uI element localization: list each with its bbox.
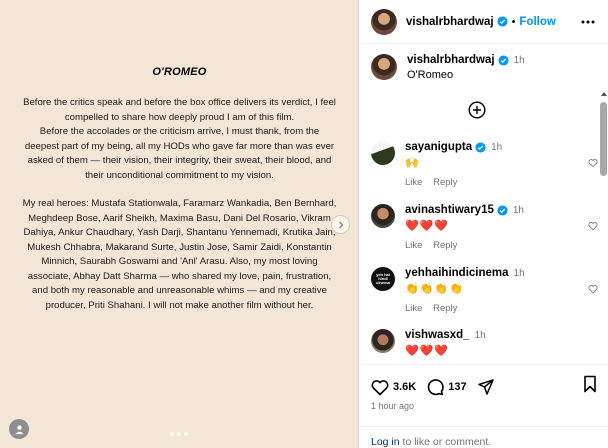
bookmark-icon[interactable] [583, 375, 597, 393]
header-username[interactable]: vishalrbhardwaj [406, 16, 494, 28]
post-image: O'ROMEO Before the critics speak and bef… [0, 0, 359, 448]
comment-text: ❤️❤️❤️ [405, 345, 450, 357]
carousel-dot [170, 432, 174, 436]
avatar[interactable] [371, 54, 397, 80]
post-title: O'ROMEO [152, 66, 207, 78]
comments-count: 137 [448, 381, 467, 393]
comment-text: ❤️❤️❤️ [405, 220, 450, 232]
more-options-button[interactable] [580, 14, 596, 30]
verified-badge-icon [475, 141, 486, 153]
comment-icon[interactable] [426, 378, 444, 396]
reply-button[interactable]: Reply [433, 240, 457, 251]
comment-time[interactable]: 1h [514, 268, 525, 279]
heart-icon[interactable] [588, 284, 598, 294]
reply-button[interactable]: Reply [433, 303, 457, 314]
comment-text: 🙌 [405, 157, 420, 169]
comment-item: yeh hai hindi cinema yehhaihindicinema 1… [371, 267, 525, 314]
load-more-comments-button[interactable] [468, 101, 486, 119]
comments-scrollbar[interactable] [600, 92, 607, 363]
comment-item: vishwasxd_ 1h ❤️❤️❤️ [371, 329, 486, 357]
verified-badge-icon [497, 16, 508, 27]
like-comment-button[interactable]: Like [405, 303, 422, 314]
comment-time[interactable]: 1h [513, 205, 524, 216]
post-paragraph-1: Before the critics speak and before the … [23, 97, 336, 123]
comment-item: sayanigupta 1h 🙌 Like Reply [371, 141, 502, 188]
carousel-dot [184, 432, 188, 436]
carousel-dots [170, 432, 188, 436]
comment-time[interactable]: 1h [491, 142, 502, 153]
scroll-thumb[interactable] [600, 102, 607, 176]
comment-text: 👏👏👏👏 [405, 283, 464, 295]
carousel-dot [177, 432, 181, 436]
avatar-logo-text: yeh hai hindi cinema [376, 272, 390, 285]
share-icon[interactable] [477, 378, 495, 396]
post-timestamp[interactable]: 1 hour ago [360, 401, 608, 411]
comment-username[interactable]: vishwasxd_ [405, 329, 470, 341]
follow-button[interactable]: Follow [519, 16, 555, 28]
post-actions: 3.6K 137 1 hour ago [360, 364, 608, 411]
login-link[interactable]: Log in [371, 436, 400, 448]
chevron-right-icon [338, 221, 343, 228]
verified-badge-icon [498, 54, 509, 66]
tagged-users-button[interactable] [9, 419, 29, 439]
like-comment-button[interactable]: Like [405, 177, 422, 188]
caption-text: O'Romeo [407, 69, 454, 81]
caption-username[interactable]: vishalrbhardwaj [407, 54, 495, 66]
caption-time[interactable]: 1h [514, 55, 525, 66]
avatar[interactable] [371, 141, 395, 165]
comment-username[interactable]: yehhaihindicinema [405, 267, 509, 279]
more-horizontal-icon [581, 20, 595, 24]
verified-badge-icon [497, 204, 508, 216]
reply-button[interactable]: Reply [433, 177, 457, 188]
heart-icon[interactable] [371, 379, 389, 396]
caption: vishalrbhardwaj 1h O'Romeo [360, 45, 608, 81]
separator-dot: • [511, 15, 516, 28]
login-prompt: Log in to like or comment. [360, 426, 608, 448]
post-paragraph-3: My real heroes: Mustafa Stationwala, Far… [22, 198, 337, 311]
avatar[interactable] [371, 329, 395, 353]
heart-icon[interactable] [588, 221, 598, 231]
likes-count[interactable]: 3.6K [393, 381, 416, 393]
post-body: Before the critics speak and before the … [22, 96, 337, 313]
user-icon [14, 424, 24, 434]
comment-item: avinashtiwary15 1h ❤️❤️❤️ Like Reply [371, 204, 524, 251]
login-prompt-text: to like or comment. [399, 436, 492, 448]
post-header: vishalrbhardwaj • Follow [360, 0, 608, 44]
avatar[interactable] [371, 204, 395, 228]
post-paragraph-2: Before the accolades or the criticism ar… [24, 126, 335, 181]
comment-username[interactable]: sayanigupta [405, 141, 472, 153]
comment-username[interactable]: avinashtiwary15 [405, 204, 494, 216]
next-slide-button[interactable] [331, 215, 350, 234]
like-comment-button[interactable]: Like [405, 240, 422, 251]
comment-time[interactable]: 1h [475, 330, 486, 341]
avatar[interactable]: yeh hai hindi cinema [371, 267, 395, 291]
avatar[interactable] [371, 8, 397, 35]
scroll-up-arrow[interactable] [601, 92, 607, 96]
comments-section: vishalrbhardwaj 1h O'Romeo sayanigupta 1… [360, 45, 608, 363]
heart-icon[interactable] [588, 158, 598, 168]
post-side-panel: vishalrbhardwaj • Follow vishalrbhardwaj… [360, 0, 608, 448]
